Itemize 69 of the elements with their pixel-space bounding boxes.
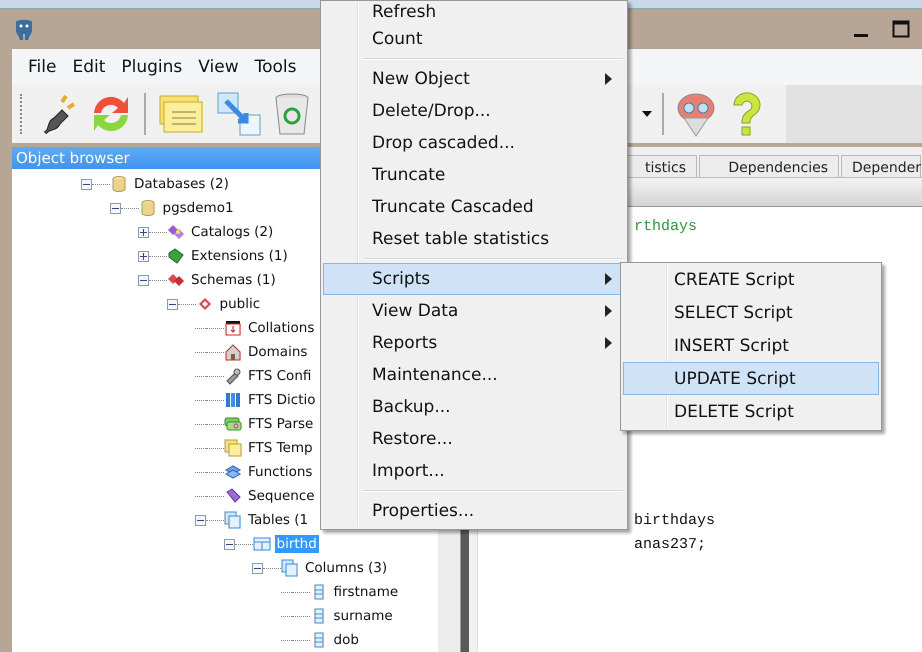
- menu-item[interactable]: Reset table statistics: [323, 223, 625, 255]
- code-line: birthdays: [634, 511, 716, 531]
- tree-item[interactable]: Domains: [246, 343, 310, 361]
- tree-item[interactable]: Collations: [246, 319, 316, 337]
- menu-item[interactable]: Delete/Drop...: [323, 95, 625, 127]
- tree-item[interactable]: surname: [332, 607, 395, 625]
- diamonds-icon: [167, 271, 185, 289]
- menu-item[interactable]: CREATE Script: [623, 263, 879, 296]
- menu-item[interactable]: Truncate Cascaded: [323, 191, 625, 223]
- menu-item[interactable]: SELECT Script: [623, 296, 879, 329]
- stack-icon: [224, 463, 242, 481]
- collapse-button[interactable]: [195, 514, 206, 526]
- tab[interactable]: Dependencies: [699, 155, 839, 177]
- tree-item[interactable]: FTS Dictio: [246, 391, 318, 409]
- menu-item[interactable]: DELETE Script: [623, 395, 879, 428]
- tree-item[interactable]: Sequence: [246, 487, 317, 505]
- stack-icon: [281, 559, 299, 577]
- tree-item[interactable]: firstname: [332, 583, 400, 601]
- collapse-button[interactable]: [138, 274, 149, 286]
- menu-item[interactable]: Refresh: [323, 1, 625, 23]
- tree-item[interactable]: dob: [332, 631, 361, 649]
- tab[interactable]: Depender: [841, 155, 921, 177]
- tree-item[interactable]: FTS Temp: [246, 439, 315, 457]
- caret-icon[interactable]: [640, 109, 654, 119]
- tree-item[interactable]: Extensions (1): [189, 247, 290, 265]
- expand-button[interactable]: [138, 226, 149, 238]
- plus-icon: [140, 228, 147, 236]
- tree-item[interactable]: FTS Parse: [246, 415, 316, 433]
- maximize-icon[interactable]: [892, 20, 910, 38]
- collapse-button[interactable]: [81, 178, 92, 190]
- house-icon: [224, 343, 242, 361]
- expand-button[interactable]: [138, 250, 149, 262]
- menu-item[interactable]: Properties...: [323, 495, 625, 527]
- menu-item[interactable]: Plugins: [113, 57, 190, 77]
- diamonds-icon: [167, 223, 185, 241]
- menu-item[interactable]: Tools: [246, 57, 305, 77]
- menu-item[interactable]: Count: [323, 23, 625, 55]
- code-line: rthdays: [634, 217, 698, 237]
- tree-item[interactable]: public: [218, 295, 262, 313]
- tree-item[interactable]: Schemas (1): [189, 271, 278, 289]
- menu-item[interactable]: Restore...: [323, 423, 625, 455]
- tree-item[interactable]: FTS Confi: [246, 367, 314, 385]
- collapse-button[interactable]: [166, 298, 178, 310]
- cylinder-icon: [110, 175, 128, 193]
- menu-item[interactable]: UPDATE Script: [623, 362, 879, 395]
- plus-icon: [140, 252, 147, 260]
- collapse-button[interactable]: [110, 202, 120, 214]
- menu-item[interactable]: INSERT Script: [623, 329, 879, 362]
- tree-item[interactable]: Functions: [246, 463, 314, 481]
- stack-icon: [224, 439, 242, 457]
- menu-item[interactable]: File: [20, 57, 64, 77]
- cylinder-icon: [138, 199, 156, 217]
- table-icon: [252, 535, 270, 553]
- wrench-icon: [224, 367, 242, 385]
- tree-item[interactable]: Catalogs (2): [189, 223, 276, 241]
- stack-icon: [224, 415, 242, 433]
- tree-item[interactable]: Databases (2): [132, 175, 231, 193]
- collapse-button[interactable]: [252, 562, 263, 574]
- tree-item[interactable]: Tables (1: [246, 511, 310, 529]
- menu-item[interactable]: New Object: [323, 63, 625, 95]
- menu-item[interactable]: View: [190, 57, 247, 77]
- menu-item[interactable]: Edit: [64, 57, 114, 77]
- tree-item[interactable]: pgsdemo1: [160, 199, 236, 217]
- collapse-button[interactable]: [224, 538, 234, 550]
- books-icon: [224, 391, 242, 409]
- tree-item[interactable]: Columns (3): [303, 559, 390, 577]
- code-line: anas237;: [634, 535, 706, 555]
- stack-icon: [224, 511, 242, 529]
- menu-item[interactable]: Import...: [323, 455, 625, 487]
